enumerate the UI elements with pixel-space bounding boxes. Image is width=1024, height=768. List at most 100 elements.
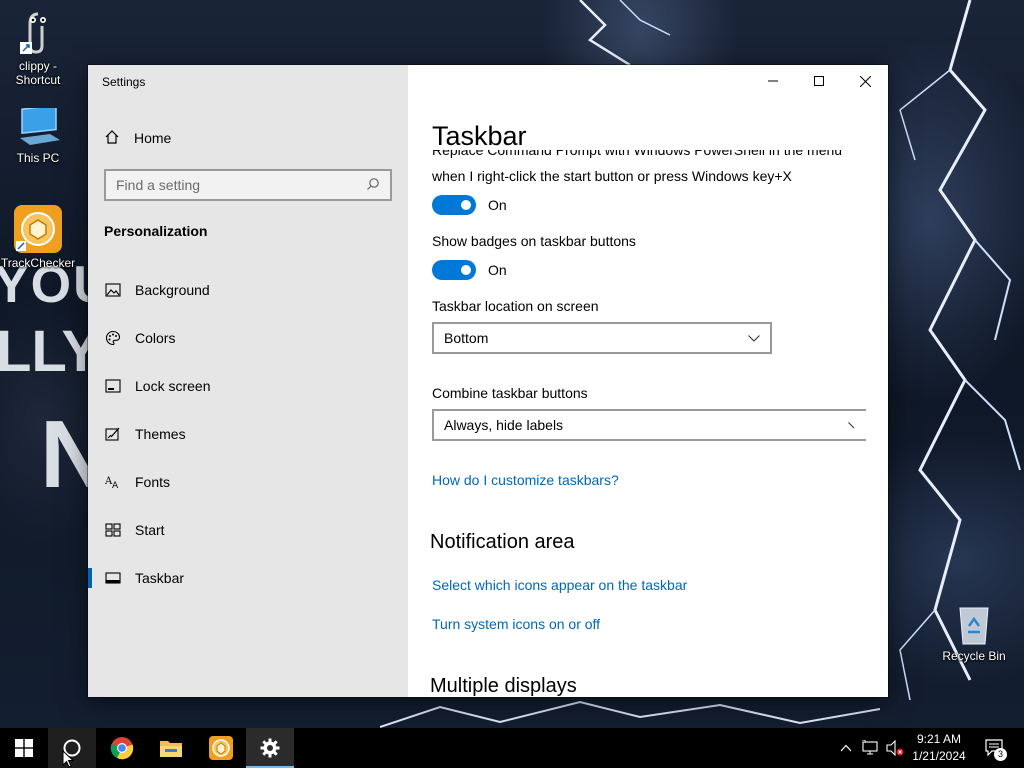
close-icon	[859, 75, 871, 87]
volume-button[interactable]	[885, 738, 905, 758]
clock[interactable]: 9:21 AM 1/21/2024	[906, 731, 972, 765]
badges-toggle-row: On	[432, 260, 507, 280]
wallpaper-text-ll: LLY	[0, 319, 101, 384]
windows-logo-icon	[15, 739, 33, 757]
sidebar-item-background[interactable]: Background	[88, 270, 408, 310]
window-title: Settings	[102, 75, 146, 89]
desktop-icon-label: clippy - Shortcut	[15, 59, 61, 87]
sidebar-item-label: Background	[135, 282, 210, 298]
chevron-down-icon	[748, 334, 760, 342]
picture-icon	[104, 281, 122, 299]
desktop-icon-this-pc[interactable]: This PC	[0, 104, 76, 165]
chrome-taskbar-button[interactable]	[98, 728, 146, 768]
settings-taskbar-button[interactable]	[246, 728, 294, 768]
sidebar-item-label: Start	[135, 522, 165, 538]
search-icon[interactable]	[366, 177, 380, 194]
sidebar-item-lock-screen[interactable]: Lock screen	[88, 366, 408, 406]
system-icons-link[interactable]: Turn system icons on or off	[432, 616, 600, 632]
chrome-icon	[110, 737, 134, 760]
combine-setting-label: Combine taskbar buttons	[432, 385, 588, 401]
settings-window: Settings Home Personalization Background	[88, 65, 888, 697]
volume-muted-icon	[886, 740, 904, 756]
desktop-icon-clippy[interactable]: clippy - Shortcut	[0, 8, 76, 87]
desktop-icon-recycle-bin[interactable]: Recycle Bin	[936, 602, 1012, 663]
svg-text:A: A	[112, 481, 119, 490]
sidebar-item-taskbar[interactable]: Taskbar	[88, 558, 408, 598]
settings-sidebar: Settings Home Personalization Background	[88, 65, 408, 697]
powershell-toggle[interactable]	[432, 195, 476, 215]
computer-icon	[14, 104, 62, 148]
desktop-icon-label: TrackChecker	[0, 256, 76, 270]
lock-screen-icon	[104, 377, 122, 395]
chevron-up-icon	[840, 744, 852, 752]
show-hidden-icons-button[interactable]	[836, 738, 856, 758]
sidebar-item-label: Taskbar	[135, 570, 185, 586]
badges-toggle[interactable]	[432, 260, 476, 280]
desktop-icon-label: Recycle Bin	[942, 649, 1006, 663]
trackchecker-icon	[14, 205, 62, 253]
gear-icon	[260, 738, 280, 758]
chevron-down-icon	[848, 421, 855, 428]
badges-toggle-state: On	[488, 262, 507, 278]
clock-time: 9:21 AM	[916, 732, 962, 746]
multiple-displays-heading: Multiple displays	[430, 675, 577, 697]
powershell-setting-line1: Replace Command Prompt with Windows Powe…	[432, 150, 843, 158]
settings-content: Taskbar Replace Command Prompt with Wind…	[408, 65, 888, 697]
clippy-icon	[18, 8, 58, 56]
sidebar-item-label: Fonts	[135, 474, 171, 490]
taskbar-icon	[104, 569, 122, 587]
trackchecker-taskbar-button[interactable]	[197, 728, 245, 768]
combine-dropdown[interactable]: Always, hide labels	[432, 409, 866, 441]
network-icon	[862, 740, 878, 755]
home-label: Home	[134, 130, 172, 146]
location-dropdown-value: Bottom	[444, 330, 489, 346]
powershell-toggle-row: On	[432, 195, 507, 215]
badges-setting-label: Show badges on taskbar buttons	[432, 233, 636, 249]
powershell-setting-line2: when I right-click the start button or p…	[432, 168, 792, 184]
powershell-toggle-state: On	[488, 197, 507, 213]
location-dropdown[interactable]: Bottom	[432, 322, 772, 354]
minimize-button[interactable]	[750, 65, 796, 97]
mouse-cursor-icon	[62, 750, 74, 768]
desktop-icon-trackchecker[interactable]: TrackChecker	[0, 205, 76, 270]
lightning-bolt-bottom	[380, 700, 880, 728]
sidebar-item-fonts[interactable]: AA Fonts	[88, 462, 408, 502]
sidebar-item-themes[interactable]: Themes	[88, 414, 408, 454]
minimize-icon	[768, 80, 778, 82]
sidebar-item-label: Themes	[135, 426, 186, 442]
start-button[interactable]	[0, 728, 48, 768]
close-button[interactable]	[842, 65, 888, 97]
themes-icon	[104, 425, 122, 443]
select-icons-link[interactable]: Select which icons appear on the taskbar	[432, 577, 687, 593]
search-input[interactable]	[116, 177, 366, 193]
sidebar-item-start[interactable]: Start	[88, 510, 408, 550]
trackchecker-icon	[209, 736, 233, 760]
palette-icon	[104, 329, 122, 347]
notification-count-badge: 3	[994, 748, 1007, 761]
customize-taskbars-link[interactable]: How do I customize taskbars?	[432, 472, 619, 488]
clock-date: 1/21/2024	[912, 749, 966, 763]
fonts-icon: AA	[104, 473, 122, 491]
start-icon	[104, 521, 122, 539]
file-explorer-taskbar-button[interactable]	[147, 728, 195, 768]
maximize-button[interactable]	[796, 65, 842, 97]
action-center-button[interactable]: 3	[982, 738, 1008, 761]
home-icon	[104, 129, 120, 148]
network-button[interactable]	[861, 738, 881, 758]
desktop-icon-label: This PC	[16, 151, 60, 165]
sidebar-item-label: Lock screen	[135, 378, 211, 394]
folder-icon	[160, 741, 182, 757]
sidebar-item-colors[interactable]: Colors	[88, 318, 408, 358]
recycle-bin-icon	[954, 602, 994, 646]
home-nav-item[interactable]: Home	[104, 127, 171, 149]
combine-dropdown-value: Always, hide labels	[444, 417, 564, 433]
powershell-setting-label-clipped: Replace Command Prompt with Windows Powe…	[432, 150, 852, 166]
page-title: Taskbar	[432, 121, 527, 151]
section-heading: Personalization	[104, 223, 208, 239]
notification-area-heading: Notification area	[430, 531, 575, 553]
maximize-icon	[814, 76, 824, 86]
lightning-bolt-top	[579, 0, 671, 67]
sidebar-item-label: Colors	[135, 330, 176, 346]
taskbar: 9:21 AM 1/21/2024 3	[0, 728, 1024, 768]
search-box[interactable]	[104, 169, 392, 201]
